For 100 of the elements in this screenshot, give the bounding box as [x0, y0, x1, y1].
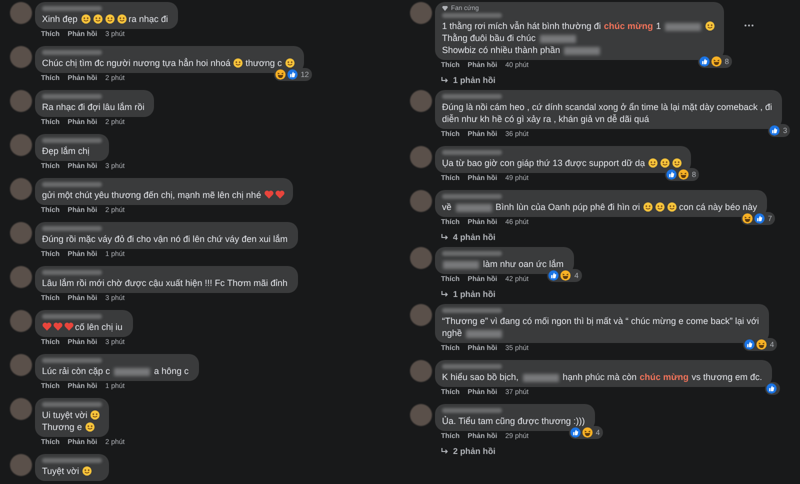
smiley-emoji-icon [80, 14, 91, 24]
view-replies-link[interactable]: 1 phản hồi [453, 75, 496, 85]
reply-arrow-icon [441, 76, 449, 84]
avatar[interactable] [410, 247, 432, 269]
smiley-emoji-icon [643, 202, 654, 212]
reaction-summary[interactable] [765, 382, 780, 395]
comment-text: Chúc chị tìm đc người nương tựa hẳn hoi nhoá [42, 58, 230, 68]
smiley-emoji-icon [284, 58, 295, 68]
smiley-emoji-icon [704, 21, 715, 31]
blurred-text [664, 22, 701, 31]
blurred-name [42, 358, 102, 363]
smiley-emoji-icon [116, 14, 127, 24]
blurred-text [564, 46, 600, 55]
avatar[interactable] [10, 398, 32, 420]
avatar[interactable] [10, 178, 32, 200]
blurred-name [42, 226, 102, 231]
comment-text: Ụa từ bao giờ con giáp thứ 13 được support dữ dạ [442, 158, 646, 168]
comment-text: 1 [656, 21, 661, 31]
comment-text: Đúng là nồi cám heo , cứ dính scandal xong ở ẩn time là lại mặt dày comeback , đi [442, 102, 772, 112]
avatar[interactable] [410, 360, 432, 382]
comment-text: K hiểu sao bồ bịch, [442, 372, 519, 382]
blurred-name [442, 408, 502, 413]
blurred-text [456, 204, 492, 212]
avatar[interactable] [10, 46, 32, 68]
smiley-emoji-icon [672, 158, 682, 168]
avatar[interactable] [10, 310, 32, 332]
comment-text: “Thương e” vì đang có mối ngon thì bị mất và “ chúc mừng e come back” lại với [442, 316, 759, 326]
avatar[interactable] [10, 2, 32, 24]
comment-text: Thằng đuôi bầu đi chúc [442, 33, 536, 43]
avatar[interactable] [410, 90, 432, 112]
blurred-text [443, 260, 479, 269]
comment-text: Ra nhạc đi đợi lâu lắm rồi [42, 102, 144, 112]
comment-text: diễn như kh hề có gì xảy ra , khán giả vn dễ dãi quá [442, 114, 650, 124]
avatar[interactable] [10, 354, 32, 376]
comment-text: Lúc rải còn cặp c [42, 366, 110, 376]
avatar[interactable] [410, 190, 432, 212]
blurred-name [42, 182, 102, 187]
comment-text: về [442, 202, 452, 212]
comment-text: Ủa. Tiểu tam cũng được thương :))) [442, 416, 585, 426]
comment-text: 1 thằng rơi mích vẫn hát bình thường đi [442, 21, 601, 31]
blurred-text [522, 374, 559, 382]
smiley-emoji-icon [233, 58, 244, 68]
blurred-name [442, 150, 502, 155]
highlighted-text[interactable]: chúc mừng [640, 372, 689, 382]
blurred-text [466, 330, 502, 338]
avatar[interactable] [410, 146, 432, 168]
avatar[interactable] [10, 266, 32, 288]
reply-arrow-icon [441, 448, 449, 454]
comment-text: Lâu lắm rồi mới chờ được cậu xuất hiện !!! Fc Thơm mãi đỉnh [42, 278, 288, 288]
avatar[interactable] [10, 454, 32, 476]
smiley-emoji-icon [667, 202, 678, 212]
comment-text: gửi một chút yêu thương đến chị, mạnh mẽ lên chị nhé [42, 190, 262, 200]
view-replies-link[interactable]: 1 phản hồi [453, 289, 496, 299]
avatar[interactable] [410, 404, 432, 426]
blurred-name [42, 94, 102, 99]
blurred-name [442, 94, 502, 99]
blurred-name [442, 364, 502, 369]
smiley-emoji-icon [90, 410, 100, 420]
avatar[interactable] [410, 2, 432, 24]
comment-text: Ui tuyệt vời [42, 410, 88, 420]
view-replies-link[interactable]: 4 phản hồi [453, 232, 496, 242]
blurred-name [42, 6, 102, 11]
avatar[interactable] [10, 90, 32, 112]
blurred-name [42, 50, 102, 55]
smiley-emoji-icon [660, 158, 670, 168]
comment-text: a hông c [154, 366, 189, 376]
smiley-emoji-icon [655, 202, 666, 212]
avatar[interactable] [10, 134, 32, 156]
avatar[interactable] [10, 222, 32, 244]
comment-text: Showbiz có nhiều thành phần [442, 45, 560, 55]
comment-text: Xinh đẹp [42, 14, 78, 24]
heart-icon [264, 190, 274, 199]
blurred-name [442, 308, 502, 313]
blurred-name [42, 458, 102, 463]
comment-text: Bình lùn của Oanh púp phê đi hìn ơi [496, 202, 640, 212]
highlighted-text[interactable]: chúc mừng [604, 21, 653, 31]
smiley-emoji-icon [648, 158, 658, 168]
comment-text: con cá này béo này [679, 202, 758, 212]
avatar[interactable] [410, 304, 432, 326]
blurred-text [540, 34, 576, 43]
comment-text: nghề [442, 328, 462, 338]
blurred-name [42, 270, 102, 275]
blurred-text [114, 368, 150, 376]
view-replies-link[interactable]: 2 phản hồi [453, 446, 496, 456]
smiley-emoji-icon [82, 466, 92, 476]
heart-icon [275, 190, 286, 199]
blurred-name [42, 402, 102, 407]
comment-text: làm như oan ức lắm [483, 259, 564, 269]
more-options-icon[interactable] [744, 24, 754, 27]
comment-text: hạnh phúc mà còn [562, 372, 637, 382]
comment-text: Đẹp lắm chị [42, 146, 90, 156]
blurred-name [42, 138, 102, 143]
reply-arrow-icon [441, 234, 449, 240]
blurred-name [42, 314, 102, 319]
comment-text: Thương e [42, 422, 82, 432]
comment-text: Đúng rồi mặc váy đỏ đi cho vận nó đi lên chứ váy đen xui lắm [42, 234, 288, 244]
comment-text: cố lên chị iu [75, 322, 123, 332]
blurred-name [442, 13, 502, 18]
smiley-emoji-icon [92, 14, 103, 24]
blurred-name [442, 194, 502, 199]
